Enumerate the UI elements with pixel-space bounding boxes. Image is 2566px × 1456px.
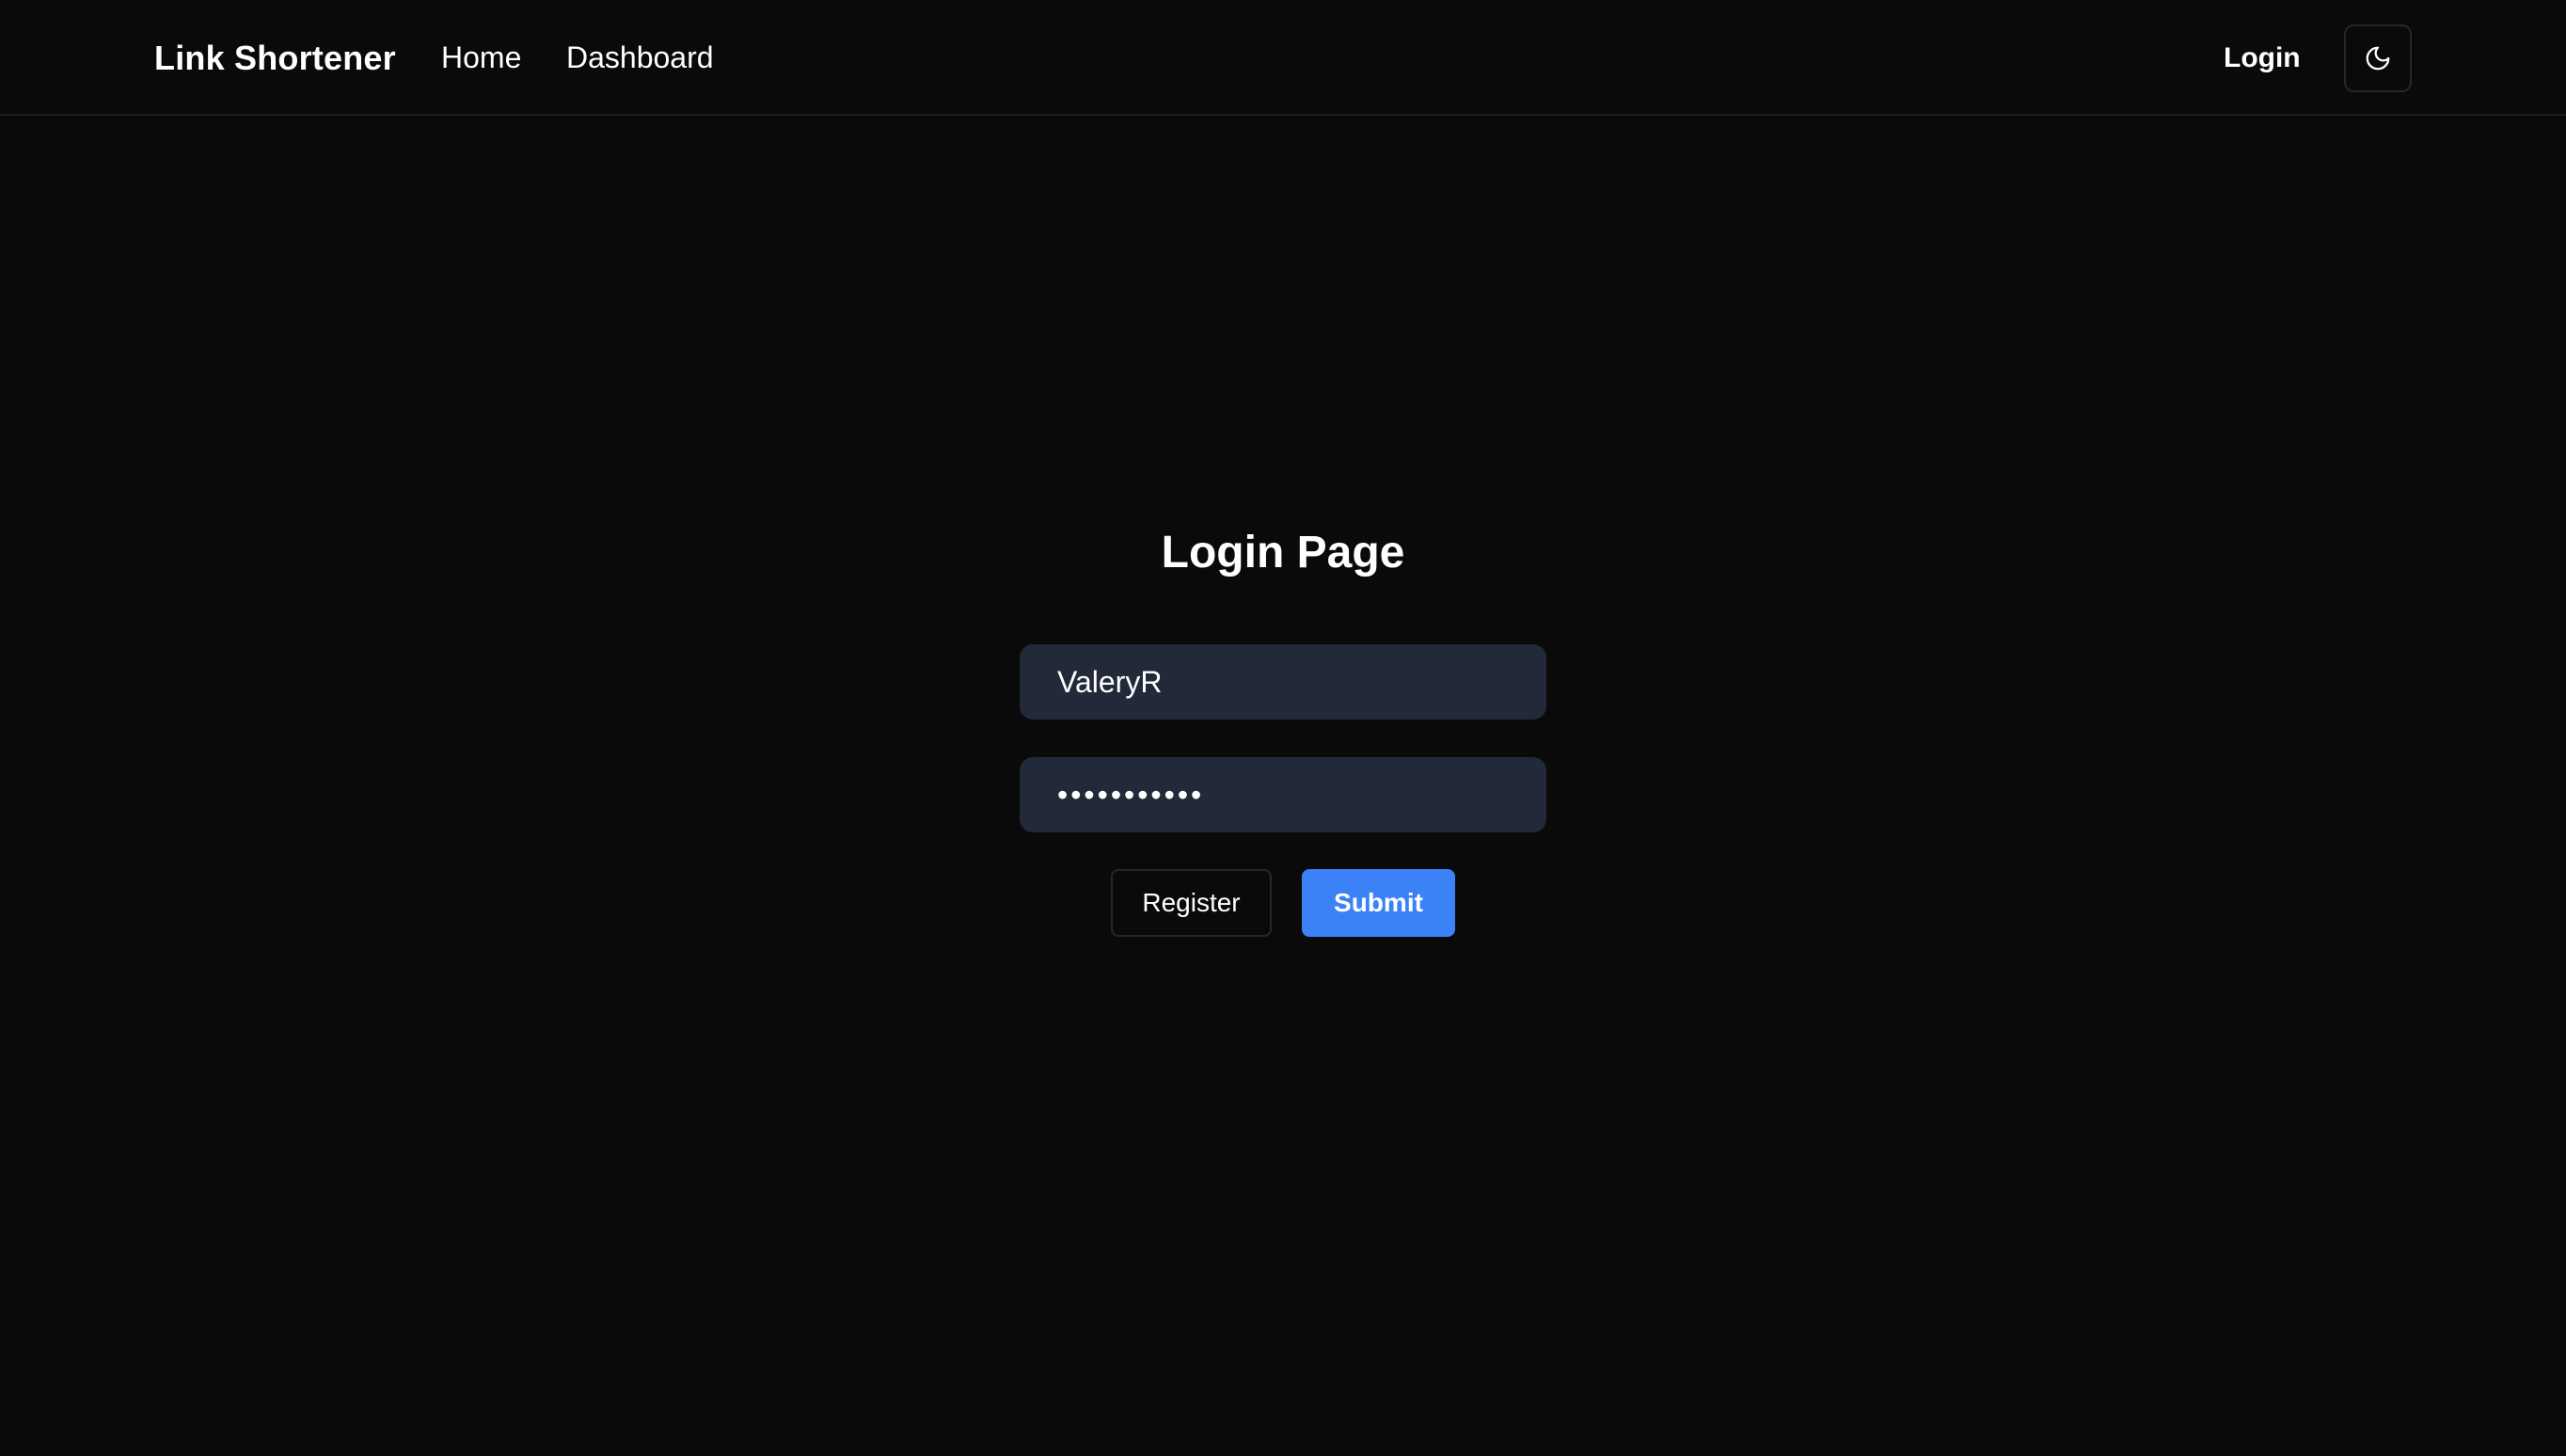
top-navbar: Link Shortener Home Dashboard Login <box>0 0 2566 116</box>
nav-link-home[interactable]: Home <box>441 0 521 116</box>
page-title: Login Page <box>1161 528 1405 578</box>
login-link[interactable]: Login <box>2224 0 2301 116</box>
nav-link-dashboard[interactable]: Dashboard <box>566 0 714 116</box>
moon-icon <box>2364 44 2392 72</box>
username-input[interactable] <box>1020 644 1546 720</box>
submit-button[interactable]: Submit <box>1302 869 1455 937</box>
password-input[interactable] <box>1020 757 1546 832</box>
register-button[interactable]: Register <box>1111 869 1272 937</box>
theme-toggle-button[interactable] <box>2344 24 2412 92</box>
brand-title[interactable]: Link Shortener <box>154 0 396 116</box>
